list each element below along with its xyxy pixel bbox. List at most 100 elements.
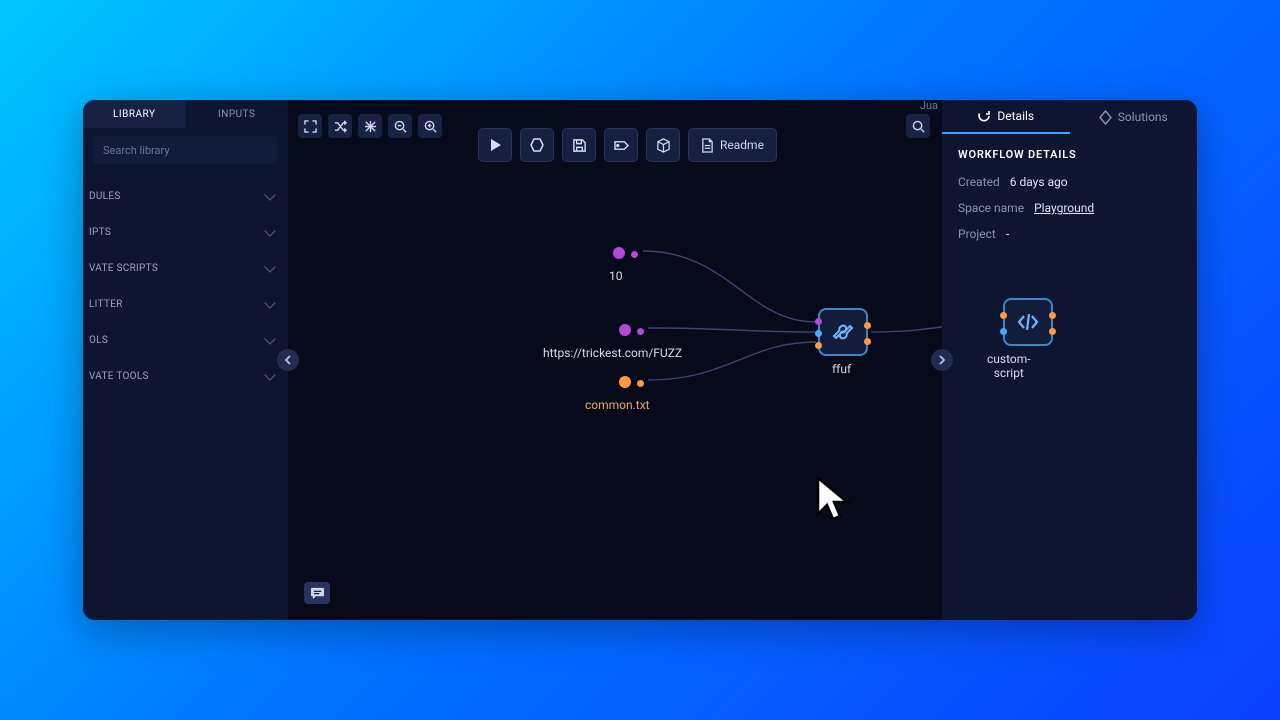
script-icon (1016, 312, 1040, 332)
input-label: common.txt (585, 398, 650, 412)
chevron-down-icon (264, 333, 275, 344)
detail-label: Created (958, 175, 1000, 189)
zoom-out-icon (394, 120, 407, 133)
detail-value: - (1006, 227, 1009, 241)
corner-text: Jua (920, 99, 938, 112)
port-icon[interactable] (1049, 312, 1056, 319)
input-label: https://trickest.com/FUZZ (543, 346, 682, 360)
detail-value: 6 days ago (1010, 175, 1068, 189)
collapse-sidebar-button[interactable] (277, 349, 299, 371)
refresh-icon (977, 109, 991, 123)
chevron-down-icon (264, 261, 275, 272)
fullscreen-icon (304, 120, 317, 133)
node-ffuf[interactable] (818, 308, 868, 356)
category-label: DULES (89, 191, 121, 202)
tab-solutions[interactable]: Solutions (1070, 100, 1198, 134)
tag-button[interactable] (604, 128, 638, 162)
details-panel: Details Solutions WORKFLOW DETAILS Creat… (942, 100, 1197, 620)
tab-label: Details (997, 109, 1034, 123)
chevron-left-icon (284, 355, 292, 365)
output-port-icon (631, 251, 638, 258)
input-node[interactable]: common.txt (619, 373, 650, 412)
category-list: DULES IPTS VATE SCRIPTS LITTER OLS VATE … (83, 178, 288, 394)
search-canvas-button[interactable] (906, 114, 930, 138)
tab-details[interactable]: Details (942, 100, 1070, 134)
details-content: WORKFLOW DETAILS Created 6 days ago Spac… (942, 134, 1197, 267)
port-icon[interactable] (815, 330, 822, 337)
hexagon-icon (529, 137, 545, 153)
category-item[interactable]: VATE SCRIPTS (83, 250, 288, 286)
package-button[interactable] (646, 128, 680, 162)
cube-icon (656, 138, 671, 153)
port-icon[interactable] (1000, 312, 1007, 319)
readme-button[interactable]: Readme (688, 128, 777, 162)
stop-button[interactable] (520, 128, 554, 162)
search-input[interactable] (93, 136, 278, 164)
details-title: WORKFLOW DETAILS (958, 148, 1181, 161)
tab-inputs[interactable]: INPUTS (186, 100, 289, 128)
zoom-out-button[interactable] (388, 114, 412, 138)
zoom-in-icon (424, 120, 437, 133)
wrench-icon (831, 320, 855, 344)
chevron-right-icon (938, 355, 946, 365)
cursor-icon (815, 475, 853, 525)
details-tabs: Details Solutions (942, 100, 1197, 134)
detail-link[interactable]: Playground (1034, 201, 1094, 215)
collapse-details-button[interactable] (931, 349, 953, 371)
category-item[interactable]: LITTER (83, 286, 288, 322)
chevron-down-icon (264, 189, 275, 200)
category-item[interactable]: VATE TOOLS (83, 358, 288, 394)
save-button[interactable] (562, 128, 596, 162)
port-icon[interactable] (815, 342, 822, 349)
chevron-down-icon (264, 297, 275, 308)
action-toolbar: Readme (478, 128, 777, 162)
document-icon (701, 138, 714, 153)
category-item[interactable]: DULES (83, 178, 288, 214)
input-node[interactable]: https://trickest.com/FUZZ (619, 321, 682, 360)
diamond-icon (1099, 110, 1112, 125)
category-label: IPTS (89, 227, 111, 238)
category-item[interactable]: IPTS (83, 214, 288, 250)
input-label: 10 (609, 269, 638, 283)
node-label: ffuf (832, 362, 851, 376)
sidebar: LIBRARY INPUTS DULES IPTS VATE SCRIPTS L… (83, 100, 288, 620)
category-label: LITTER (89, 299, 123, 310)
detail-row: Space name Playground (958, 201, 1181, 215)
detail-label: Space name (958, 201, 1024, 215)
category-label: VATE SCRIPTS (89, 263, 158, 274)
category-item[interactable]: OLS (83, 322, 288, 358)
detail-label: Project (958, 227, 996, 241)
view-toolbar (298, 114, 442, 138)
edges (288, 100, 942, 620)
shuffle-button[interactable] (328, 114, 352, 138)
run-button[interactable] (478, 128, 512, 162)
shuffle-icon (334, 120, 347, 133)
readme-label: Readme (720, 138, 764, 152)
zoom-in-button[interactable] (418, 114, 442, 138)
chat-icon (310, 587, 325, 600)
layout-button[interactable] (358, 114, 382, 138)
tab-library[interactable]: LIBRARY (83, 100, 186, 128)
node-custom-script[interactable] (1003, 298, 1053, 346)
port-icon[interactable] (1000, 328, 1007, 335)
app-window: LIBRARY INPUTS DULES IPTS VATE SCRIPTS L… (83, 100, 1197, 620)
category-label: OLS (89, 335, 108, 346)
fullscreen-button[interactable] (298, 114, 322, 138)
port-icon[interactable] (864, 338, 871, 345)
feedback-button[interactable] (304, 582, 330, 604)
output-port-icon (637, 380, 644, 387)
category-label: VATE TOOLS (89, 371, 149, 382)
chevron-down-icon (264, 225, 275, 236)
port-icon[interactable] (864, 322, 871, 329)
tab-label: Solutions (1118, 110, 1168, 124)
layout-icon (364, 120, 377, 133)
input-node[interactable]: 10 (613, 244, 638, 283)
node-label: custom-script (987, 352, 1031, 380)
detail-row: Project - (958, 227, 1181, 241)
port-icon[interactable] (1049, 328, 1056, 335)
tag-icon (614, 139, 629, 152)
canvas[interactable]: Jua Readme (288, 100, 942, 620)
port-icon[interactable] (815, 318, 822, 325)
input-port-icon (619, 376, 631, 388)
chevron-down-icon (264, 369, 275, 380)
